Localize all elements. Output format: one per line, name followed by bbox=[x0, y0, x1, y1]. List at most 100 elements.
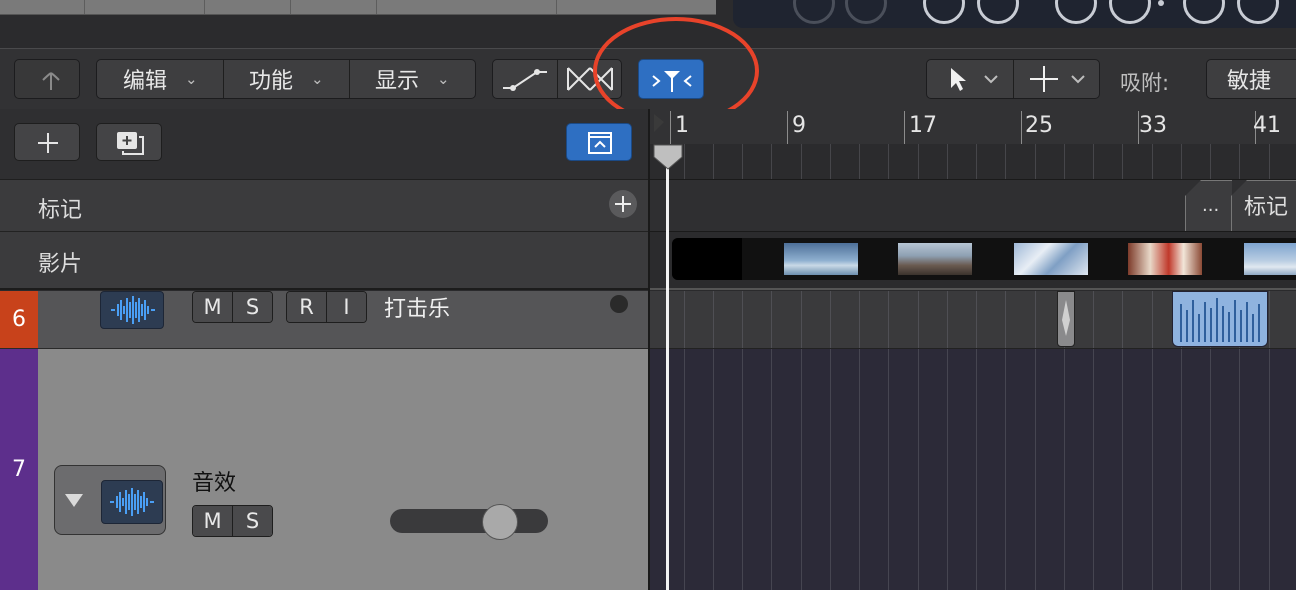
functions-menu-label: 功能 bbox=[249, 69, 294, 94]
ruler-bar-label: 17 bbox=[909, 113, 937, 138]
track-name[interactable]: 打击乐 bbox=[384, 291, 450, 323]
chevron-down-icon: ⌄ bbox=[311, 70, 324, 88]
marker-ellipsis: ... bbox=[1202, 195, 1220, 216]
lcd-indicator-icon bbox=[793, 0, 835, 24]
bar-ruler[interactable]: 1 9 17 25 33 41 bbox=[650, 109, 1296, 144]
ruler-tick bbox=[904, 111, 905, 144]
chevron-down-icon: ⌄ bbox=[437, 70, 450, 88]
waveform-icon bbox=[110, 488, 154, 516]
snap-mode-value: 敏捷 bbox=[1227, 69, 1272, 94]
add-marker-button[interactable] bbox=[609, 190, 637, 218]
marker-lane[interactable]: ... 标记 bbox=[650, 180, 1296, 232]
automation-curve-icon bbox=[503, 69, 547, 91]
automation-button[interactable] bbox=[493, 60, 557, 98]
movie-lane[interactable] bbox=[650, 232, 1296, 290]
disclosure-triangle-icon[interactable] bbox=[63, 490, 85, 510]
ruler-bar-label: 33 bbox=[1139, 113, 1167, 138]
ruler-bar-label: 41 bbox=[1253, 113, 1281, 138]
lcd-digit-icon bbox=[923, 0, 965, 24]
audio-region[interactable] bbox=[1057, 291, 1075, 347]
movie-thumbnail bbox=[1244, 243, 1296, 275]
edit-menu[interactable]: 编辑 ⌄ bbox=[123, 60, 198, 98]
solo-button[interactable]: S bbox=[233, 292, 272, 322]
chevron-down-icon: ⌄ bbox=[185, 70, 198, 88]
ruler-tick bbox=[670, 111, 671, 144]
lcd-digit-icon bbox=[1183, 0, 1225, 24]
track-number-7: 7 bbox=[0, 349, 38, 590]
region-waveform-icon bbox=[1062, 300, 1070, 336]
edit-menu-label: 编辑 bbox=[123, 69, 168, 94]
track-header-6[interactable]: M S R I 打击乐 bbox=[0, 291, 648, 349]
pointer-tool-menu[interactable] bbox=[927, 60, 1013, 98]
cycle-area[interactable] bbox=[650, 144, 1296, 180]
movie-thumbnail bbox=[898, 243, 972, 275]
menu-group: 编辑 ⌄ 功能 ⌄ 显示 ⌄ bbox=[96, 59, 476, 99]
duplicate-track-icon bbox=[117, 132, 144, 155]
lcd-digit-icon bbox=[1109, 0, 1151, 24]
movie-thumbnail bbox=[784, 243, 858, 275]
lcd-digit-icon bbox=[1055, 0, 1097, 24]
pointer-icon bbox=[951, 68, 998, 91]
track-header-7[interactable]: 音效 M S bbox=[0, 349, 648, 590]
top-panel-area bbox=[0, 0, 716, 15]
playhead[interactable] bbox=[666, 150, 669, 590]
ruler-bar-label: 1 bbox=[675, 113, 689, 138]
track-header-toolbar bbox=[0, 109, 648, 180]
track6-mute-solo-group: M S bbox=[192, 291, 273, 323]
track6-lane[interactable] bbox=[650, 291, 1296, 349]
plus-icon bbox=[615, 196, 631, 212]
snap-mode-menu[interactable]: 敏捷 bbox=[1206, 59, 1296, 99]
marker-item[interactable]: ... bbox=[1185, 180, 1232, 231]
ruler-tick bbox=[1021, 111, 1022, 144]
volume-slider[interactable] bbox=[390, 504, 548, 540]
back-button[interactable] bbox=[14, 59, 80, 99]
marker-label: 标记 bbox=[1244, 195, 1289, 220]
track-name[interactable]: 音效 bbox=[192, 465, 236, 497]
functions-menu[interactable]: 功能 ⌄ bbox=[249, 60, 324, 98]
track7-lane[interactable] bbox=[650, 349, 1296, 590]
region-waveform-icon bbox=[1180, 298, 1260, 342]
waveform-icon bbox=[111, 296, 155, 324]
audio-track-icon bbox=[101, 480, 163, 524]
ruler-bar-label: 25 bbox=[1025, 113, 1053, 138]
duplicate-track-button[interactable] bbox=[96, 123, 162, 161]
mute-button[interactable]: M bbox=[193, 292, 233, 322]
track6-record-input-group: R I bbox=[286, 291, 367, 323]
movie-thumbnail bbox=[1014, 243, 1088, 275]
input-monitor-button[interactable]: I bbox=[327, 292, 366, 322]
marquee-tool-menu[interactable] bbox=[1014, 60, 1100, 98]
track7-mute-solo-group: M S bbox=[192, 505, 273, 537]
movie-global-track-header[interactable]: 影片 bbox=[0, 232, 648, 290]
crosshair-icon bbox=[1030, 66, 1085, 92]
ruler-tick bbox=[787, 111, 788, 144]
ruler-marker-flag-icon bbox=[654, 114, 664, 132]
view-menu-label: 显示 bbox=[375, 69, 420, 94]
mute-button[interactable]: M bbox=[193, 506, 233, 536]
global-tracks-button[interactable] bbox=[566, 123, 632, 161]
movie-region[interactable] bbox=[672, 238, 1296, 280]
solo-button[interactable]: S bbox=[233, 506, 272, 536]
tool-group bbox=[926, 59, 1100, 99]
ruler-bar-label: 9 bbox=[792, 113, 806, 138]
marker-item[interactable]: 标记 bbox=[1231, 180, 1296, 231]
track-stack-box bbox=[54, 465, 166, 535]
volume-knob[interactable] bbox=[482, 504, 518, 540]
lcd-display bbox=[733, 0, 1296, 28]
movie-frame-black bbox=[672, 238, 742, 280]
audio-region[interactable] bbox=[1172, 291, 1268, 347]
lcd-digit-icon bbox=[977, 0, 1019, 24]
audio-track-icon bbox=[100, 291, 164, 329]
record-enable-button[interactable]: R bbox=[287, 292, 327, 322]
track-status-dot-icon bbox=[610, 295, 628, 313]
playhead-handle-icon[interactable] bbox=[652, 143, 684, 171]
track-number-6: 6 bbox=[0, 291, 38, 348]
add-track-button[interactable] bbox=[14, 123, 80, 161]
marker-track-label: 标记 bbox=[38, 198, 83, 223]
view-menu[interactable]: 显示 ⌄ bbox=[375, 60, 450, 98]
plus-icon bbox=[38, 133, 58, 153]
global-tracks-icon bbox=[588, 132, 612, 154]
lcd-colon-icon bbox=[1158, 0, 1164, 6]
movie-thumbnail bbox=[1128, 243, 1202, 275]
marker-global-track-header[interactable]: 标记 bbox=[0, 180, 648, 232]
back-arrow-icon bbox=[42, 72, 60, 90]
